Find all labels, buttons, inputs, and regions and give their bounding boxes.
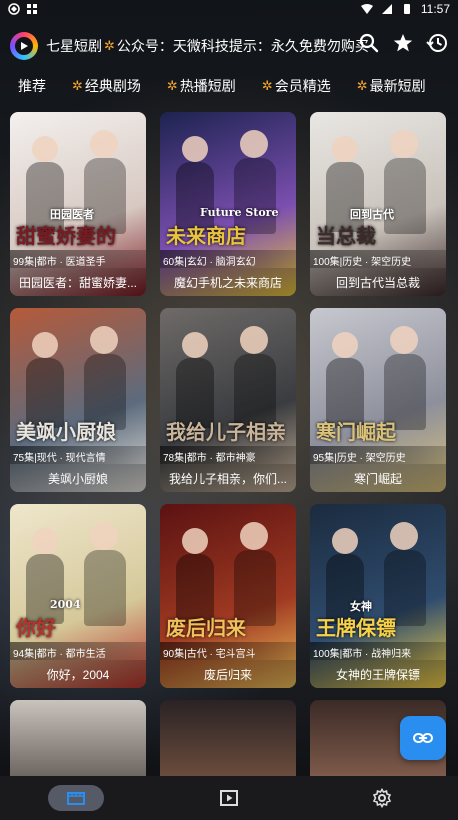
episode-genre-tag: 94集|都市 · 都市生活 [10, 642, 146, 660]
drama-title: 回到古代当总裁 [310, 268, 446, 296]
drama-title: 寒门崛起 [310, 464, 446, 492]
tab-3[interactable]: ✲ 会员精选 [260, 76, 331, 96]
tab-label: 会员精选 [274, 78, 331, 94]
wifi-icon [360, 4, 373, 14]
history-icon[interactable] [426, 32, 448, 54]
link-fab-button[interactable] [400, 716, 446, 760]
drama-card[interactable]: 甜蜜娇妻的 田园医者 99集|都市 · 医道圣手 田园医者：甜蜜娇妻... [10, 112, 146, 296]
episode-genre-tag: 60集|玄幻 · 脑洞玄幻 [160, 250, 296, 268]
app-notification-icon [8, 3, 20, 15]
app-header: 七星短剧 ✲ 公众号：天微科技提示：永久免费勿购买 [0, 28, 458, 64]
episode-genre-tag: 100集|历史 · 架空历史 [310, 250, 446, 268]
drama-title: 我给儿子相亲，你们... [160, 464, 296, 492]
category-tabs: 推荐 ✲ 经典剧场 ✲ 热播短剧 ✲ 会员精选 ✲ 最新短剧 [0, 70, 458, 102]
poster-title-art: 我给儿子相亲 [166, 420, 286, 444]
gear-badge-icon: ✲ [72, 78, 83, 93]
poster-title-art: 废后归来 [166, 616, 246, 640]
tab-label: 推荐 [18, 78, 46, 94]
nav-film-tab[interactable] [48, 785, 105, 811]
drama-card[interactable]: 当总裁 回到古代 100集|历史 · 架空历史 回到古代当总裁 [310, 112, 446, 296]
episode-genre-tag: 95集|历史 · 架空历史 [310, 446, 446, 464]
status-bar: 11:57 [0, 0, 458, 18]
episode-genre-tag: 99集|都市 · 医道圣手 [10, 250, 146, 268]
drama-card[interactable]: 你好 2004 94集|都市 · 都市生活 你好，2004 [10, 504, 146, 688]
drama-title: 女神的王牌保镖 [310, 660, 446, 688]
poster-subtitle-art: 2004 [50, 598, 81, 611]
episode-genre-tag: 75集|现代 · 现代言情 [10, 446, 146, 464]
drama-grid-next-row [10, 700, 448, 776]
poster-subtitle-art: Future Store [200, 206, 279, 219]
poster-title-art: 美飒小厨娘 [16, 420, 116, 444]
settings-icon [372, 788, 391, 808]
tab-2[interactable]: ✲ 热播短剧 [165, 76, 236, 96]
poster-title-art: 你好 [16, 616, 56, 640]
nav-settings-tab[interactable] [354, 785, 410, 811]
play-icon [219, 790, 238, 806]
episode-genre-tag: 78集|都市 · 都市神豪 [160, 446, 296, 464]
poster-subtitle-art: 田园医者 [50, 208, 94, 221]
bottom-navigation [0, 776, 458, 820]
film-icon [67, 792, 86, 805]
tab-label: 热播短剧 [179, 78, 236, 94]
search-icon[interactable] [358, 32, 380, 54]
nav-play-tab[interactable] [201, 785, 257, 811]
tab-label: 经典剧场 [84, 78, 141, 94]
drama-card[interactable]: 美飒小厨娘 75集|现代 · 现代言情 美飒小厨娘 [10, 308, 146, 492]
gear-badge-icon: ✲ [261, 78, 273, 93]
drama-title: 美飒小厨娘 [10, 464, 146, 492]
drama-card[interactable]: 我给儿子相亲 78集|都市 · 都市神豪 我给儿子相亲，你们... [160, 308, 296, 492]
link-icon [413, 733, 433, 743]
poster-subtitle-art: 回到古代 [350, 208, 394, 221]
drama-title: 废后归来 [160, 660, 296, 688]
episode-genre-tag: 90集|古代 · 宅斗宫斗 [160, 642, 296, 660]
tab-1[interactable]: ✲ 经典剧场 [70, 76, 141, 96]
status-left [8, 3, 38, 15]
poster-title-art: 寒门崛起 [316, 420, 396, 444]
status-time: 11:57 [420, 2, 450, 16]
status-right: 11:57 [360, 2, 450, 16]
drama-card[interactable]: 王牌保镖 女神 100集|都市 · 战神归来 女神的王牌保镖 [310, 504, 446, 688]
drama-card-partial[interactable] [160, 700, 296, 776]
drama-title: 田园医者：甜蜜娇妻... [10, 268, 146, 296]
gear-badge-icon: ✲ [166, 78, 178, 93]
header-actions [358, 32, 448, 54]
tab-0[interactable]: 推荐 [18, 76, 46, 96]
tab-4[interactable]: ✲ 最新短剧 [355, 76, 426, 96]
drama-card[interactable]: 未来商店 Future Store 60集|玄幻 · 脑洞玄幻 魔幻手机之未来商店 [160, 112, 296, 296]
tab-label: 最新短剧 [369, 78, 426, 94]
app-name: 七星短剧 [46, 38, 102, 54]
poster-subtitle-art: 女神 [350, 600, 372, 613]
grid-notification-icon [27, 4, 37, 14]
header-title: 七星短剧 ✲ 公众号：天微科技提示：永久免费勿购买 [46, 36, 369, 56]
drama-title: 你好，2004 [10, 660, 146, 688]
poster-title-art: 王牌保镖 [316, 616, 396, 640]
play-logo-icon [15, 37, 33, 55]
app-logo [10, 32, 38, 60]
gear-badge-icon: ✲ [104, 38, 115, 53]
header-notice: 公众号：天微科技提示：永久免费勿购买 [116, 38, 369, 54]
episode-genre-tag: 100集|都市 · 战神归来 [310, 642, 446, 660]
drama-card-partial[interactable] [10, 700, 146, 776]
drama-grid: 甜蜜娇妻的 田园医者 99集|都市 · 医道圣手 田园医者：甜蜜娇妻... 未来商店 Fu… [10, 112, 448, 688]
poster-title-art: 当总裁 [316, 224, 376, 248]
signal-icon [381, 4, 392, 14]
battery-icon [403, 4, 410, 14]
drama-title: 魔幻手机之未来商店 [160, 268, 296, 296]
drama-card[interactable]: 废后归来 90集|古代 · 宅斗宫斗 废后归来 [160, 504, 296, 688]
poster-title-art: 甜蜜娇妻的 [16, 224, 116, 248]
drama-card[interactable]: 寒门崛起 95集|历史 · 架空历史 寒门崛起 [310, 308, 446, 492]
star-icon[interactable] [392, 32, 414, 54]
gear-badge-icon: ✲ [356, 78, 368, 93]
poster-title-art: 未来商店 [166, 224, 246, 248]
